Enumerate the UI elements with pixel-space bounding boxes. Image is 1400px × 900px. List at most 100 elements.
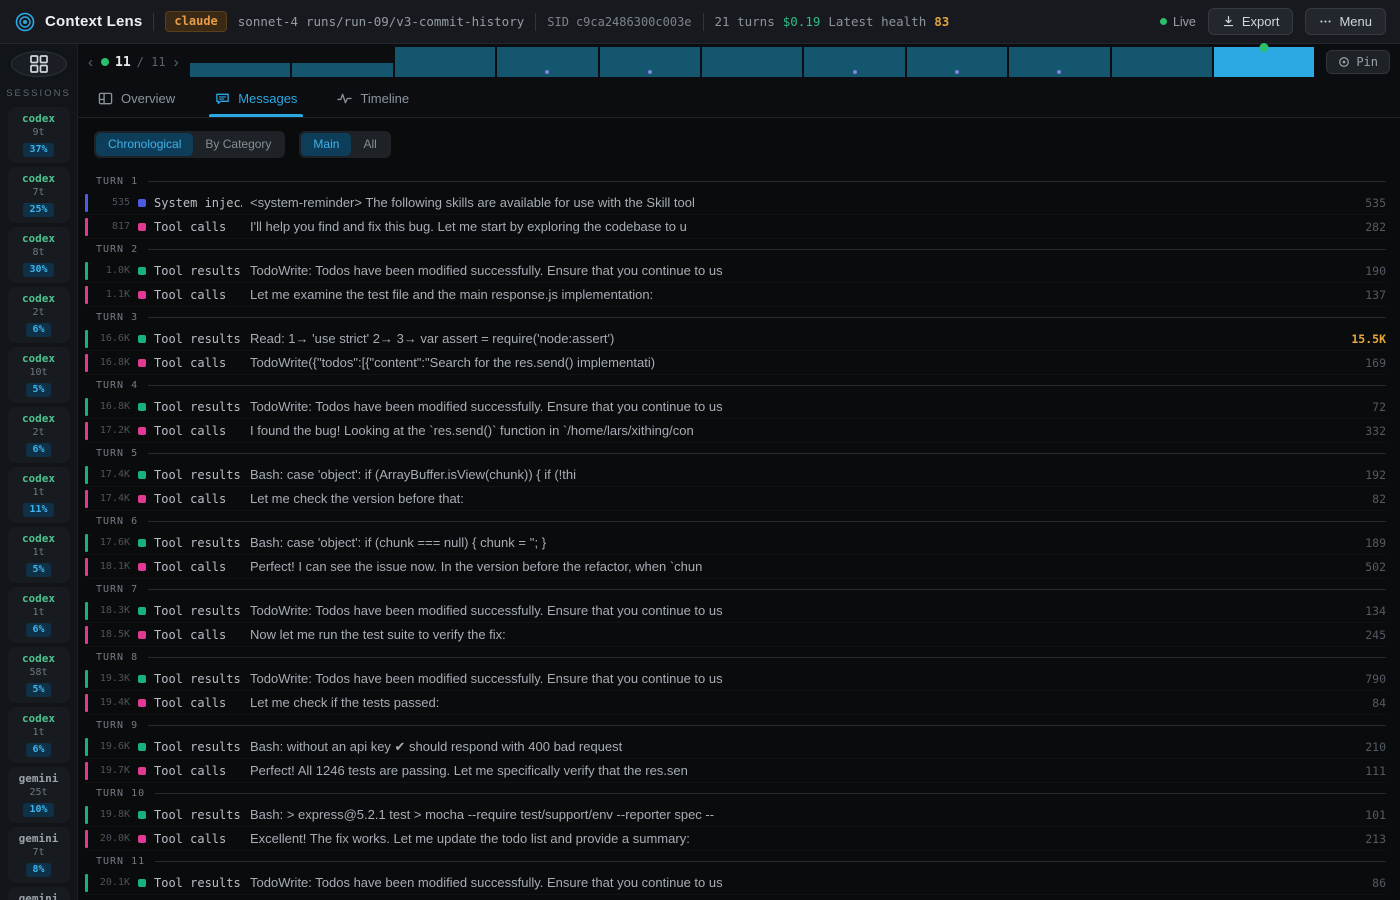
category-accent-bar — [85, 194, 88, 212]
filter-main[interactable]: Main — [301, 133, 351, 156]
sessions-sidebar: SESSIONS codex9t37%codex7t25%codex8t30%c… — [0, 44, 78, 900]
message-row[interactable]: 18.5KTool callsNow let me run the test s… — [85, 623, 1386, 647]
turn-divider-line — [148, 453, 1386, 454]
session-card-11[interactable]: codex1t6% — [8, 707, 70, 763]
timeline-segment-3[interactable] — [395, 47, 495, 77]
token-count: 245 — [1340, 628, 1386, 642]
session-card-2[interactable]: codex7t25% — [8, 167, 70, 223]
message-row[interactable]: 19.6KTool resultsBash: without an api ke… — [85, 735, 1386, 759]
tab-overview[interactable]: Overview — [98, 80, 175, 117]
session-card-1[interactable]: codex9t37% — [8, 107, 70, 163]
turn-label: TURN 2 — [96, 244, 138, 255]
message-preview: I found the bug! Looking at the `res.sen… — [250, 423, 1332, 438]
message-row[interactable]: 17.6KTool resultsBash: case 'object': if… — [85, 531, 1386, 555]
session-card-10[interactable]: codex58t5% — [8, 647, 70, 703]
message-row[interactable]: 17.2KTool callsI found the bug! Looking … — [85, 419, 1386, 443]
messages-content: Chronological By Category Main All TURN … — [78, 118, 1400, 900]
session-card-6[interactable]: codex2t6% — [8, 407, 70, 463]
timeline-segment-11[interactable] — [1214, 47, 1314, 77]
timeline-segment-6[interactable] — [702, 47, 802, 77]
session-card-14[interactable]: gemini2t1% — [8, 887, 70, 900]
export-label: Export — [1242, 14, 1280, 29]
session-percent-badge: 6% — [26, 623, 50, 637]
turn-header: TURN 7 — [85, 579, 1386, 599]
session-card-5[interactable]: codex10t5% — [8, 347, 70, 403]
timeline-icon — [337, 91, 352, 106]
timeline-segment-5[interactable] — [600, 47, 700, 77]
message-row[interactable]: 16.8KTool resultsTodoWrite: Todos have b… — [85, 395, 1386, 419]
category-square-icon — [138, 403, 146, 411]
session-card-9[interactable]: codex1t6% — [8, 587, 70, 643]
session-turns: 10t — [8, 366, 70, 379]
message-row[interactable]: 19.7KTool callsPerfect! All 1246 tests a… — [85, 759, 1386, 783]
message-row[interactable]: 535System injec…<system-reminder> The fo… — [85, 191, 1386, 215]
message-row[interactable]: 19.3KTool resultsTodoWrite: Todos have b… — [85, 667, 1386, 691]
timeline-segment-9[interactable] — [1009, 47, 1109, 77]
tab-timeline[interactable]: Timeline — [337, 80, 409, 117]
menu-button[interactable]: Menu — [1305, 8, 1386, 35]
sessions-grid-button[interactable] — [11, 51, 67, 77]
session-turns: 58t — [8, 666, 70, 679]
pin-button[interactable]: Pin — [1326, 50, 1390, 74]
message-row[interactable]: 16.8KTool callsTodoWrite({"todos":[{"con… — [85, 351, 1386, 375]
session-card-8[interactable]: codex1t5% — [8, 527, 70, 583]
timeline-segment-4[interactable] — [497, 47, 597, 77]
token-count: 15.5K — [1340, 332, 1386, 346]
token-count: 210 — [1340, 740, 1386, 754]
message-row[interactable]: 19.8KTool resultsBash: > express@5.2.1 t… — [85, 803, 1386, 827]
category-square-icon — [138, 767, 146, 775]
category-square-icon — [138, 743, 146, 751]
export-button[interactable]: Export — [1208, 8, 1294, 35]
filter-all[interactable]: All — [351, 133, 388, 156]
menu-label: Menu — [1339, 14, 1372, 29]
category-label: Tool calls — [154, 628, 242, 642]
message-row[interactable]: 17.4KTool resultsBash: case 'object': if… — [85, 463, 1386, 487]
category-accent-bar — [85, 602, 88, 620]
session-card-4[interactable]: codex2t6% — [8, 287, 70, 343]
message-row[interactable]: 20.0KTool callsExcellent! The fix works.… — [85, 827, 1386, 851]
filter-chronological[interactable]: Chronological — [96, 133, 193, 156]
messages-icon — [215, 91, 230, 106]
message-preview: Perfect! All 1246 tests are passing. Let… — [250, 763, 1332, 778]
session-card-3[interactable]: codex8t30% — [8, 227, 70, 283]
message-row[interactable]: 16.6KTool resultsRead: 1→ 'use strict' 2… — [85, 327, 1386, 351]
message-row[interactable]: 817Tool callsI'll help you find and fix … — [85, 215, 1386, 239]
timeline-segment-7[interactable] — [804, 47, 904, 77]
prev-turn-button[interactable]: ‹ — [86, 54, 95, 71]
message-row[interactable]: 1.1KTool callsLet me examine the test fi… — [85, 283, 1386, 307]
segment-event-dot-icon — [853, 70, 857, 74]
filter-by-category[interactable]: By Category — [193, 133, 283, 156]
turn-divider-line — [148, 249, 1386, 250]
session-card-12[interactable]: gemini25t10% — [8, 767, 70, 823]
timeline-segment-10[interactable] — [1112, 47, 1212, 77]
next-turn-button[interactable]: › — [172, 54, 181, 71]
timeline-segment-1[interactable] — [190, 63, 290, 77]
session-name: codex — [8, 352, 70, 366]
category-accent-bar — [85, 354, 88, 372]
model-run-path: sonnet-4 runs/run-09/v3-commit-history — [238, 14, 524, 29]
message-preview: Let me check if the tests passed: — [250, 695, 1332, 710]
message-row[interactable]: 19.4KTool callsLet me check if the tests… — [85, 691, 1386, 715]
session-turns: 25t — [8, 786, 70, 799]
category-label: Tool calls — [154, 832, 242, 846]
message-row[interactable]: 1.0KTool resultsTodoWrite: Todos have be… — [85, 259, 1386, 283]
tab-messages[interactable]: Messages — [215, 80, 297, 117]
timeline-segment-2[interactable] — [292, 63, 392, 77]
message-row[interactable]: 17.4KTool callsLet me check the version … — [85, 487, 1386, 511]
context-size: 17.6K — [96, 537, 130, 548]
message-row[interactable]: 20.1KTool resultsTodoWrite: Todos have b… — [85, 871, 1386, 895]
session-percent-badge: 11% — [23, 503, 53, 517]
message-row[interactable]: 18.3KTool resultsTodoWrite: Todos have b… — [85, 599, 1386, 623]
sessions-heading: SESSIONS — [6, 88, 71, 99]
session-card-7[interactable]: codex1t11% — [8, 467, 70, 523]
view-tabs: Overview Messages Timeline — [78, 80, 1400, 118]
session-card-13[interactable]: gemini7t8% — [8, 827, 70, 883]
segment-event-dot-icon — [955, 70, 959, 74]
cost-value: $0.19 — [783, 14, 821, 29]
turn-timeline[interactable] — [190, 47, 1314, 77]
category-label: Tool calls — [154, 492, 242, 506]
session-turns: 1t — [8, 486, 70, 499]
timeline-segment-8[interactable] — [907, 47, 1007, 77]
turn-label: TURN 7 — [96, 584, 138, 595]
message-row[interactable]: 18.1KTool callsPerfect! I can see the is… — [85, 555, 1386, 579]
